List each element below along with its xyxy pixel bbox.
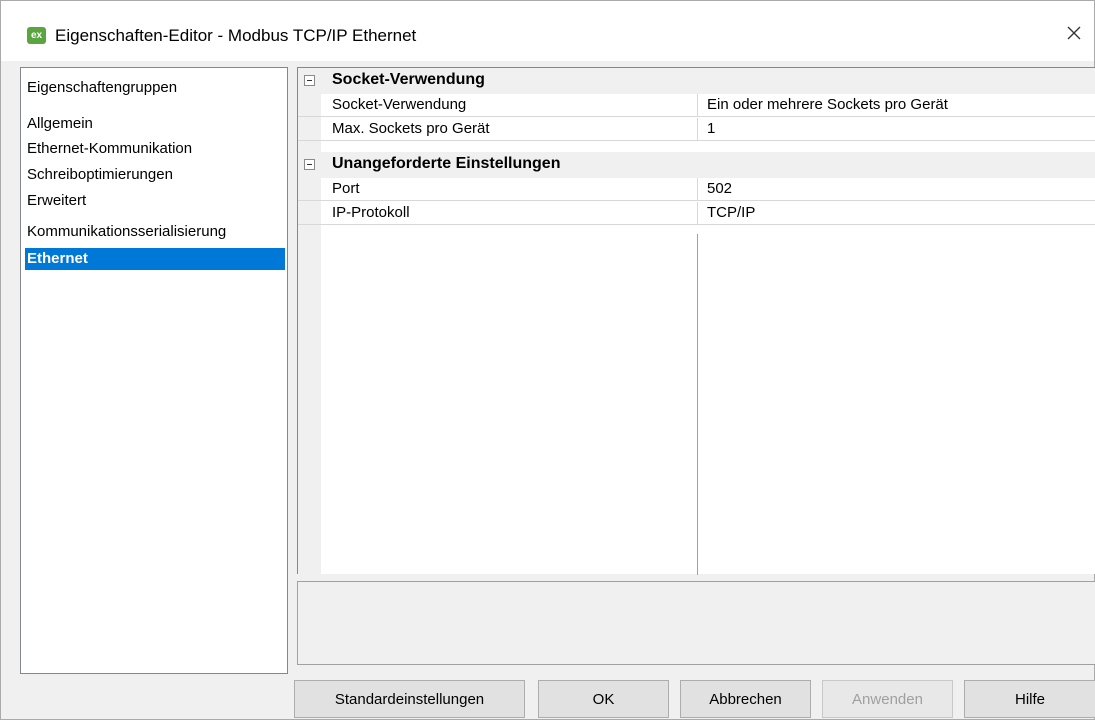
apply-button[interactable]: Anwenden: [822, 680, 953, 718]
category-row-unangeforderte-einstellungen[interactable]: Unangeforderte Einstellungen: [298, 152, 1095, 178]
column-divider: [697, 94, 698, 116]
ok-button[interactable]: OK: [538, 680, 669, 718]
close-icon: [1067, 26, 1081, 40]
property-value[interactable]: Ein oder mehrere Sockets pro Gerät: [707, 96, 948, 113]
column-divider: [697, 202, 698, 224]
property-name: Port: [332, 180, 360, 197]
column-divider: [697, 118, 698, 140]
group-item-ethernet[interactable]: Ethernet: [25, 248, 285, 270]
help-button[interactable]: Hilfe: [964, 680, 1095, 718]
row-gutter: [298, 202, 321, 224]
property-row-socket-verwendung[interactable]: Socket-Verwendung Ein oder mehrere Socke…: [298, 94, 1095, 117]
group-item-ethernet-kommunikation[interactable]: Ethernet-Kommunikation: [25, 138, 194, 160]
property-groups-header: Eigenschaftengruppen: [27, 79, 178, 96]
property-editor-window: ex Eigenschaften-Editor - Modbus TCP/IP …: [0, 0, 1095, 720]
description-panel: [297, 581, 1095, 665]
property-name: IP-Protokoll: [332, 204, 410, 221]
property-value[interactable]: 502: [707, 180, 732, 197]
category-row-socket-verwendung[interactable]: Socket-Verwendung: [298, 68, 1095, 94]
property-row-port[interactable]: Port 502: [298, 178, 1095, 201]
group-item-schreiboptimierungen[interactable]: Schreiboptimierungen: [25, 164, 175, 186]
group-item-erweitert[interactable]: Erweitert: [25, 190, 88, 212]
group-item-allgemein[interactable]: Allgemein: [25, 113, 95, 135]
row-gutter: [298, 94, 321, 116]
property-value[interactable]: 1: [707, 120, 715, 137]
cancel-button[interactable]: Abbrechen: [680, 680, 811, 718]
property-name: Socket-Verwendung: [332, 96, 467, 113]
property-row-max-sockets[interactable]: Max. Sockets pro Gerät 1: [298, 118, 1095, 141]
defaults-button[interactable]: Standardeinstellungen: [294, 680, 525, 718]
collapse-icon[interactable]: [304, 75, 315, 86]
property-grid: Socket-Verwendung Socket-Verwendung Ein …: [297, 67, 1095, 575]
category-label: Socket-Verwendung: [332, 71, 485, 88]
app-icon: ex: [27, 27, 46, 44]
property-name: Max. Sockets pro Gerät: [332, 120, 490, 137]
collapse-icon[interactable]: [304, 159, 315, 170]
category-label: Unangeforderte Einstellungen: [332, 155, 561, 172]
row-gutter: [298, 178, 321, 200]
title-bar: ex Eigenschaften-Editor - Modbus TCP/IP …: [1, 1, 1094, 61]
property-value[interactable]: TCP/IP: [707, 204, 755, 221]
grid-gutter: [298, 68, 321, 575]
close-button[interactable]: [1054, 15, 1094, 51]
grid-column-divider[interactable]: [697, 234, 698, 575]
column-divider: [697, 178, 698, 200]
row-gutter: [298, 118, 321, 140]
group-item-kommunikationsserialisierung[interactable]: Kommunikationsserialisierung: [25, 221, 228, 243]
property-row-ip-protokoll[interactable]: IP-Protokoll TCP/IP: [298, 202, 1095, 225]
property-groups-list[interactable]: Eigenschaftengruppen Allgemein Ethernet-…: [20, 67, 288, 674]
window-title: Eigenschaften-Editor - Modbus TCP/IP Eth…: [55, 26, 417, 45]
